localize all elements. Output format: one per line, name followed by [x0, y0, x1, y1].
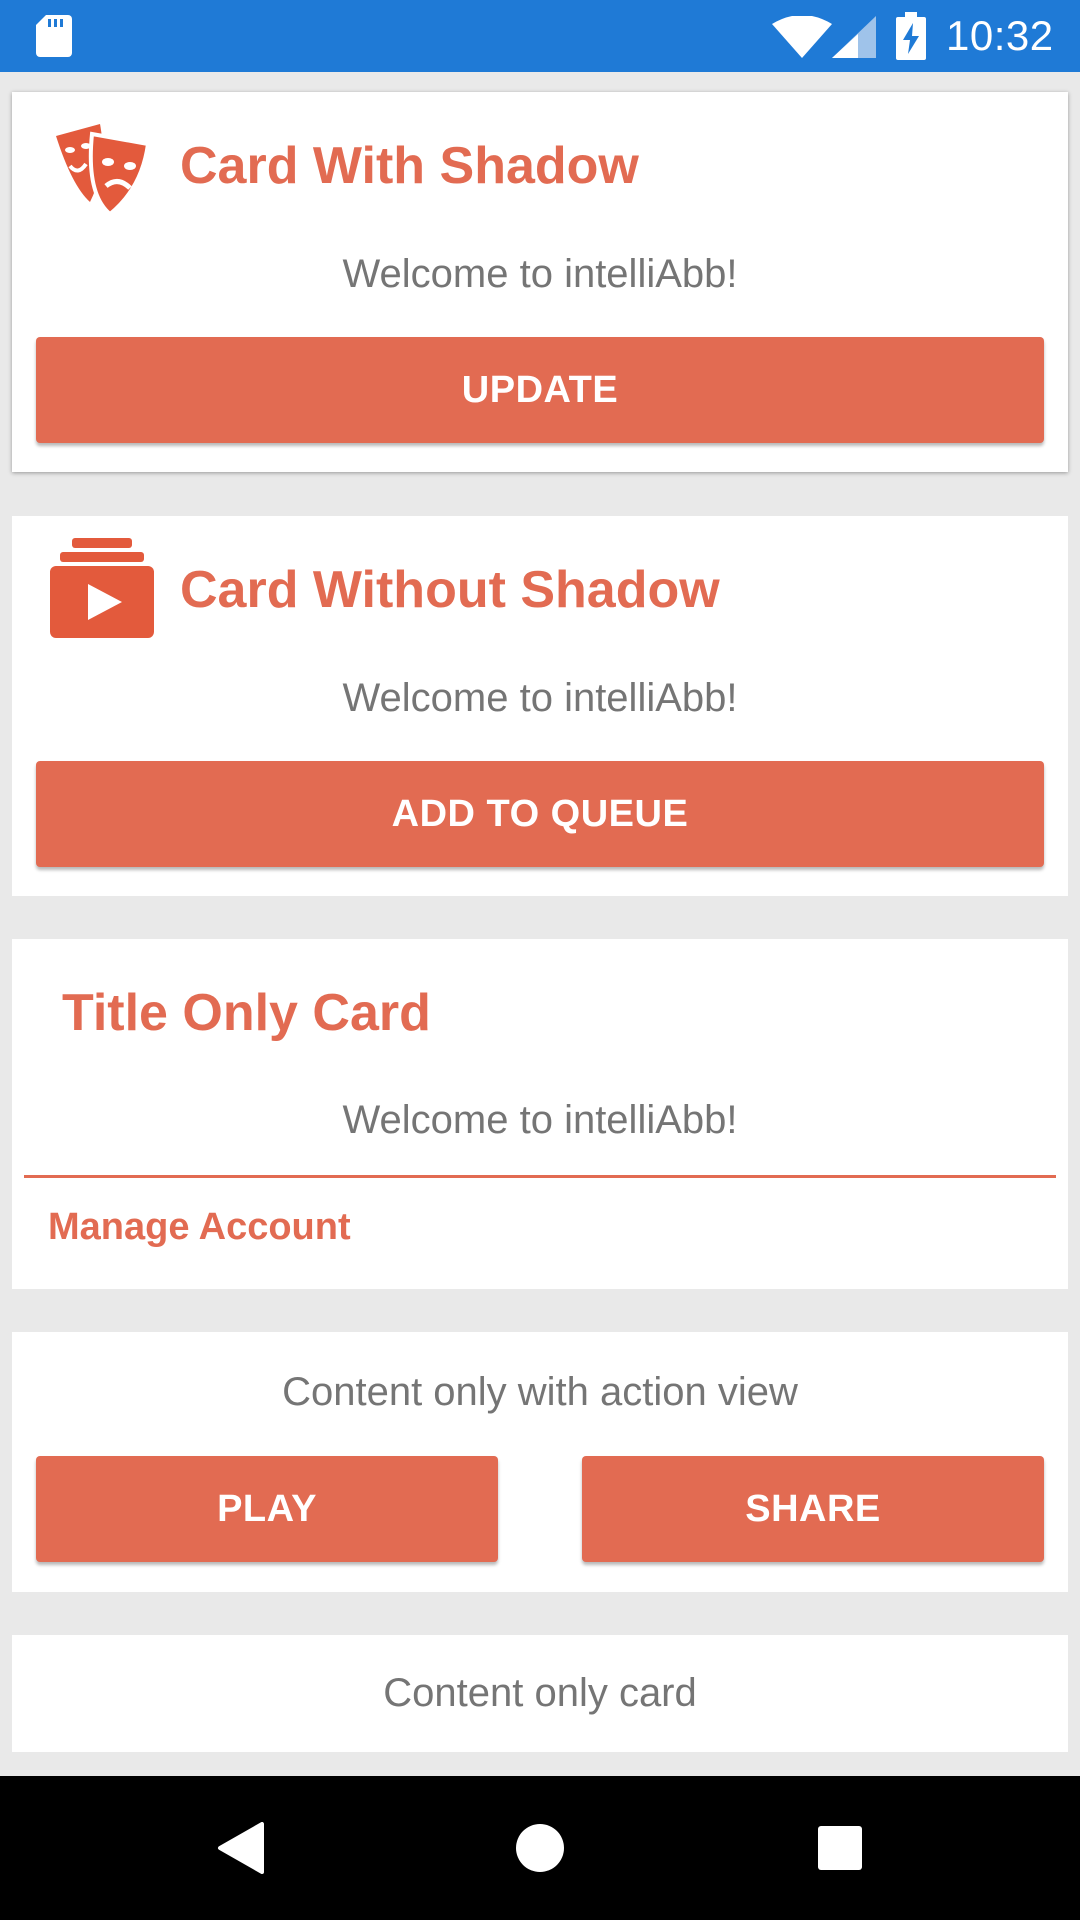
card-divider [24, 1175, 1056, 1178]
theater-masks-icon [50, 116, 154, 220]
battery-charging-icon [896, 12, 926, 60]
card-body-text: Content only with action view [282, 1370, 798, 1414]
action-card: Content only with action view PLAY SHARE [12, 1332, 1068, 1592]
play-button[interactable]: PLAY [36, 1456, 498, 1562]
title-only-card: Title Only Card Welcome to intelliAbb! M… [12, 939, 1068, 1289]
back-icon[interactable] [216, 1822, 264, 1874]
recents-icon[interactable] [817, 1825, 863, 1871]
share-button[interactable]: SHARE [582, 1456, 1044, 1562]
card-body-text: Welcome to intelliAbb! [342, 676, 738, 720]
status-bar: 10:32 [0, 0, 1080, 72]
card-body-text: Welcome to intelliAbb! [342, 252, 738, 296]
card-body-text: Content only card [383, 1671, 697, 1715]
sd-card-icon [36, 15, 72, 57]
card-body-text: Welcome to intelliAbb! [342, 1098, 738, 1142]
card-title: Title Only Card [62, 984, 431, 1042]
card-title: Card With Shadow [180, 137, 639, 195]
cell-signal-icon [832, 16, 876, 58]
add-to-queue-button[interactable]: ADD TO QUEUE [36, 761, 1044, 867]
wifi-icon [772, 16, 832, 58]
home-icon[interactable] [515, 1823, 565, 1873]
clock-time: 10:32 [946, 12, 1054, 59]
card-without-shadow: Card Without Shadow Welcome to intelliAb… [12, 516, 1068, 896]
update-button[interactable]: UPDATE [36, 337, 1044, 443]
content-only-card: Content only card [12, 1635, 1068, 1752]
navigation-bar [0, 1776, 1080, 1920]
card-with-shadow: Card With Shadow Welcome to intelliAbb! … [12, 92, 1068, 472]
card-title: Card Without Shadow [180, 561, 720, 619]
manage-account-link[interactable]: Manage Account [48, 1205, 351, 1249]
video-library-icon [50, 536, 154, 640]
